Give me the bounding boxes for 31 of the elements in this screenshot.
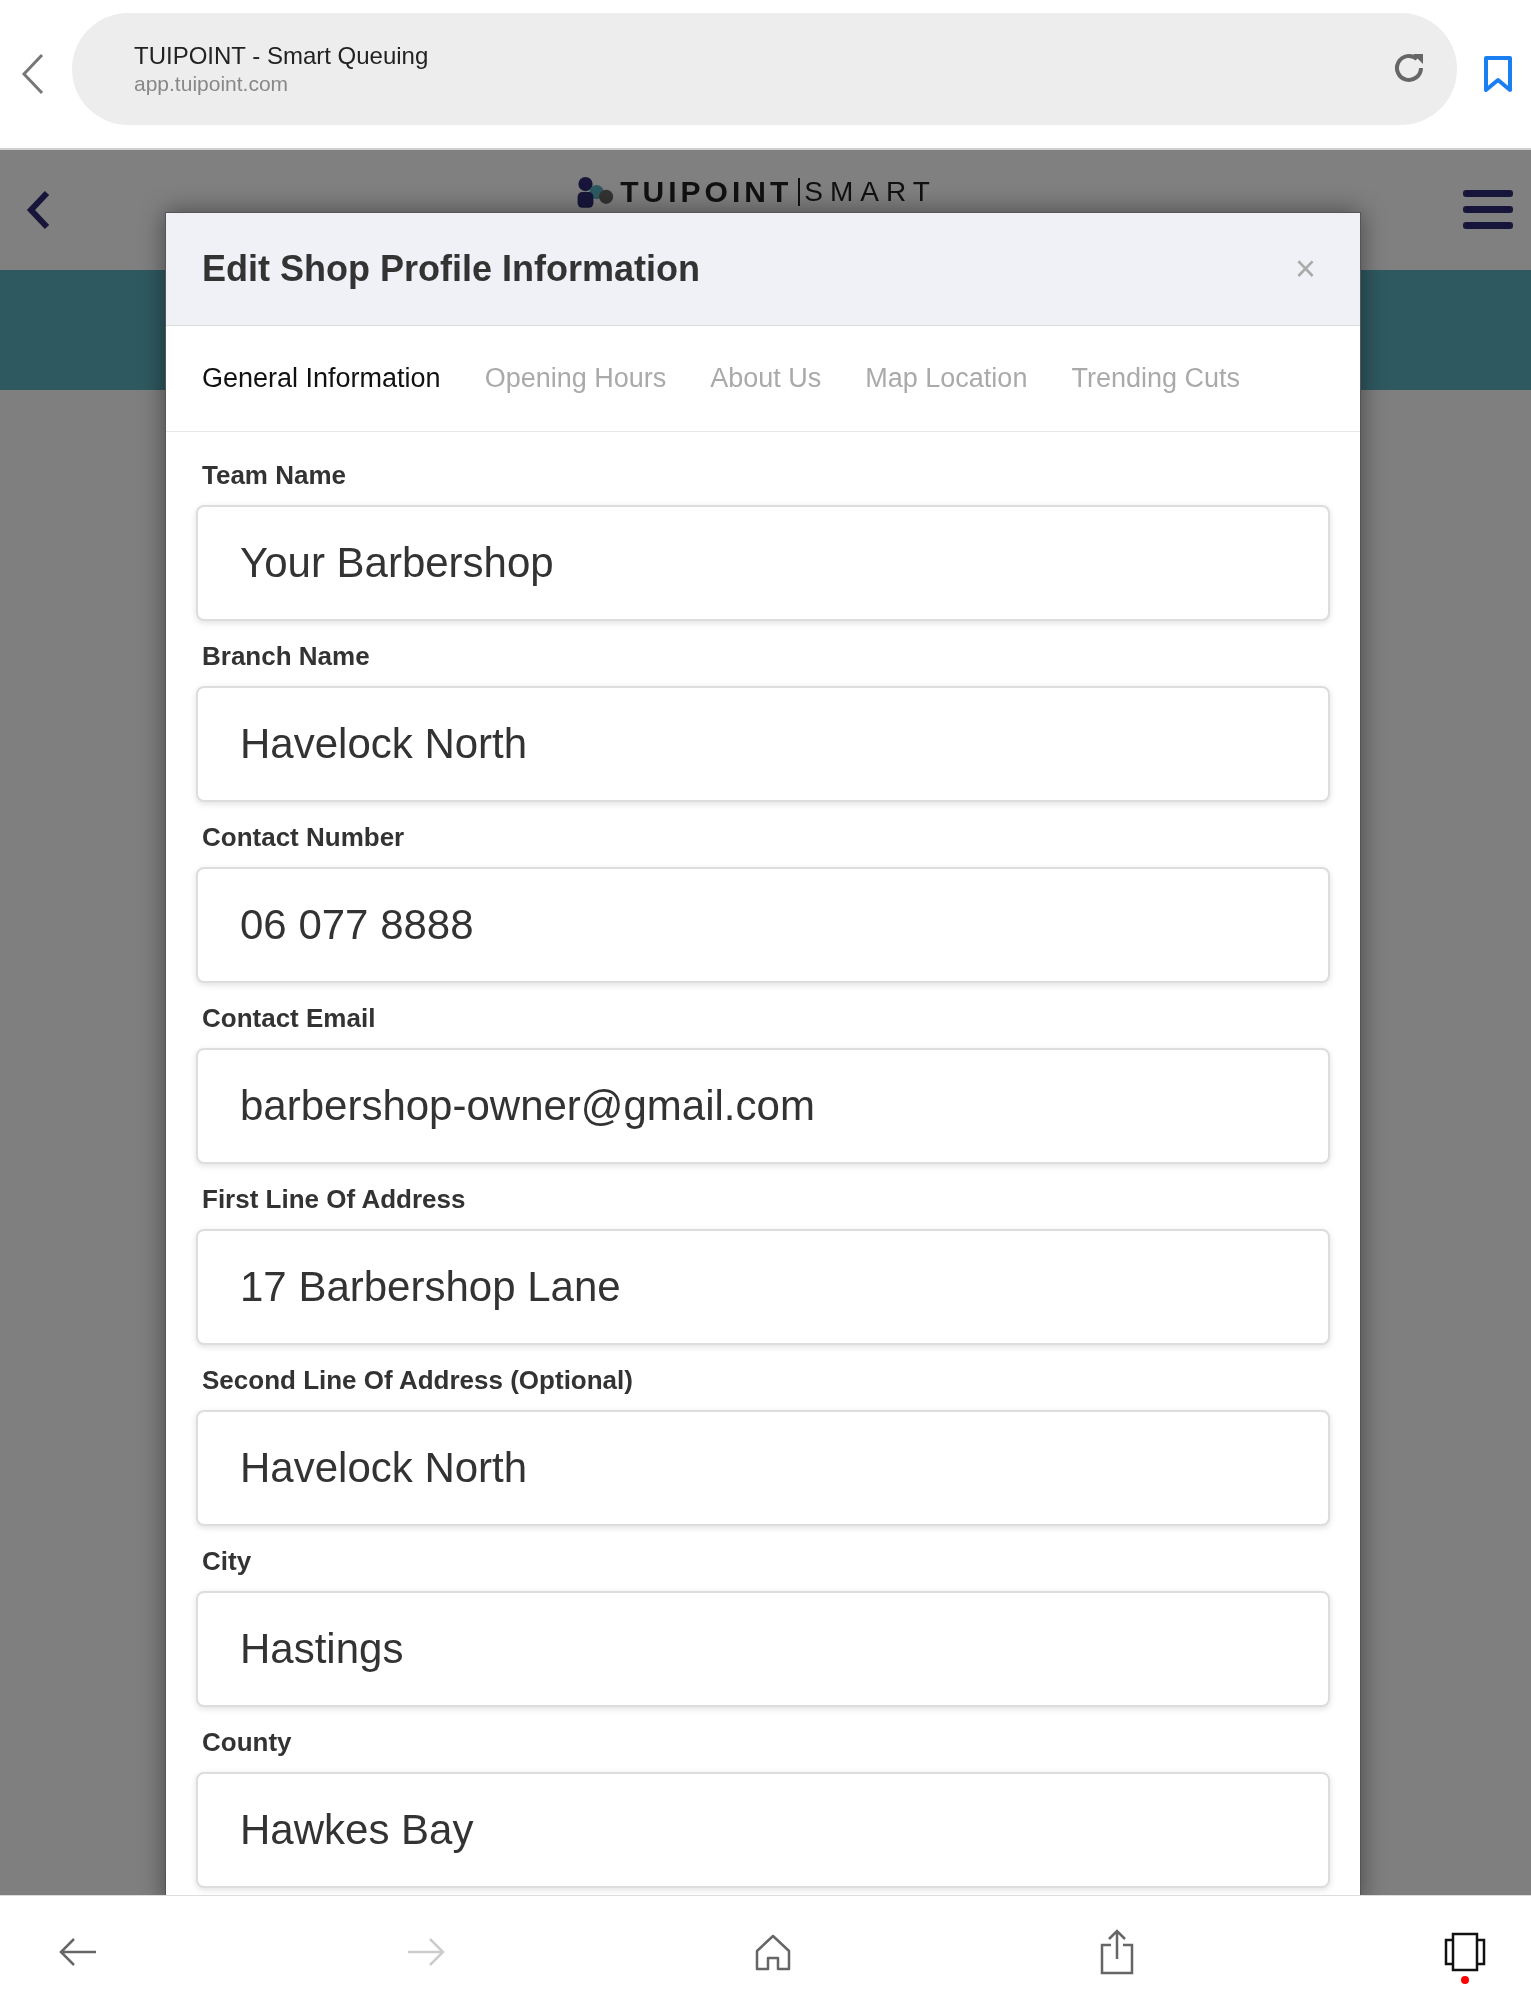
url-text: app.tuipoint.com bbox=[134, 70, 289, 96]
bookmark-icon[interactable] bbox=[1483, 55, 1513, 93]
logo-text: TUIPOINT bbox=[620, 177, 793, 207]
field-label: Contact Number bbox=[202, 821, 405, 854]
input-field[interactable]: Your Barbershop bbox=[196, 505, 1330, 621]
field-label: Team Name bbox=[202, 459, 347, 492]
field-label: Second Line Of Address (Optional) bbox=[202, 1364, 633, 1397]
field-label: City bbox=[202, 1545, 252, 1578]
input-field[interactable]: barbershop-owner@gmail.com bbox=[196, 1048, 1330, 1164]
back-icon[interactable] bbox=[20, 52, 46, 96]
tab[interactable]: General Information bbox=[202, 358, 441, 399]
logo-icon bbox=[576, 176, 615, 208]
field-label: First Line Of Address bbox=[202, 1183, 466, 1216]
field-label: County bbox=[202, 1726, 292, 1759]
logo-subtext: SMART bbox=[798, 178, 937, 206]
address-bar[interactable]: TUIPOINT - Smart Queuing app.tuipoint.com bbox=[72, 13, 1457, 125]
back-arrow-icon[interactable] bbox=[58, 1936, 98, 1967]
input-field[interactable]: 17 Barbershop Lane bbox=[196, 1229, 1330, 1345]
input-field[interactable]: Havelock North bbox=[196, 686, 1330, 802]
input-field[interactable]: Hawkes Bay bbox=[196, 1772, 1330, 1888]
field-label: Contact Email bbox=[202, 1002, 376, 1035]
modal-title: Edit Shop Profile Information bbox=[202, 247, 700, 291]
field-label: Branch Name bbox=[202, 640, 370, 673]
home-icon[interactable] bbox=[753, 1932, 792, 1971]
page-title: TUIPOINT - Smart Queuing bbox=[134, 42, 429, 71]
input-field[interactable]: 06 077 8888 bbox=[196, 867, 1330, 983]
share-icon[interactable] bbox=[1099, 1928, 1136, 1975]
input-field[interactable]: Havelock North bbox=[196, 1410, 1330, 1526]
input-field[interactable]: Hastings bbox=[196, 1591, 1330, 1707]
menu-icon[interactable] bbox=[1461, 188, 1515, 232]
back-icon[interactable] bbox=[26, 188, 52, 232]
